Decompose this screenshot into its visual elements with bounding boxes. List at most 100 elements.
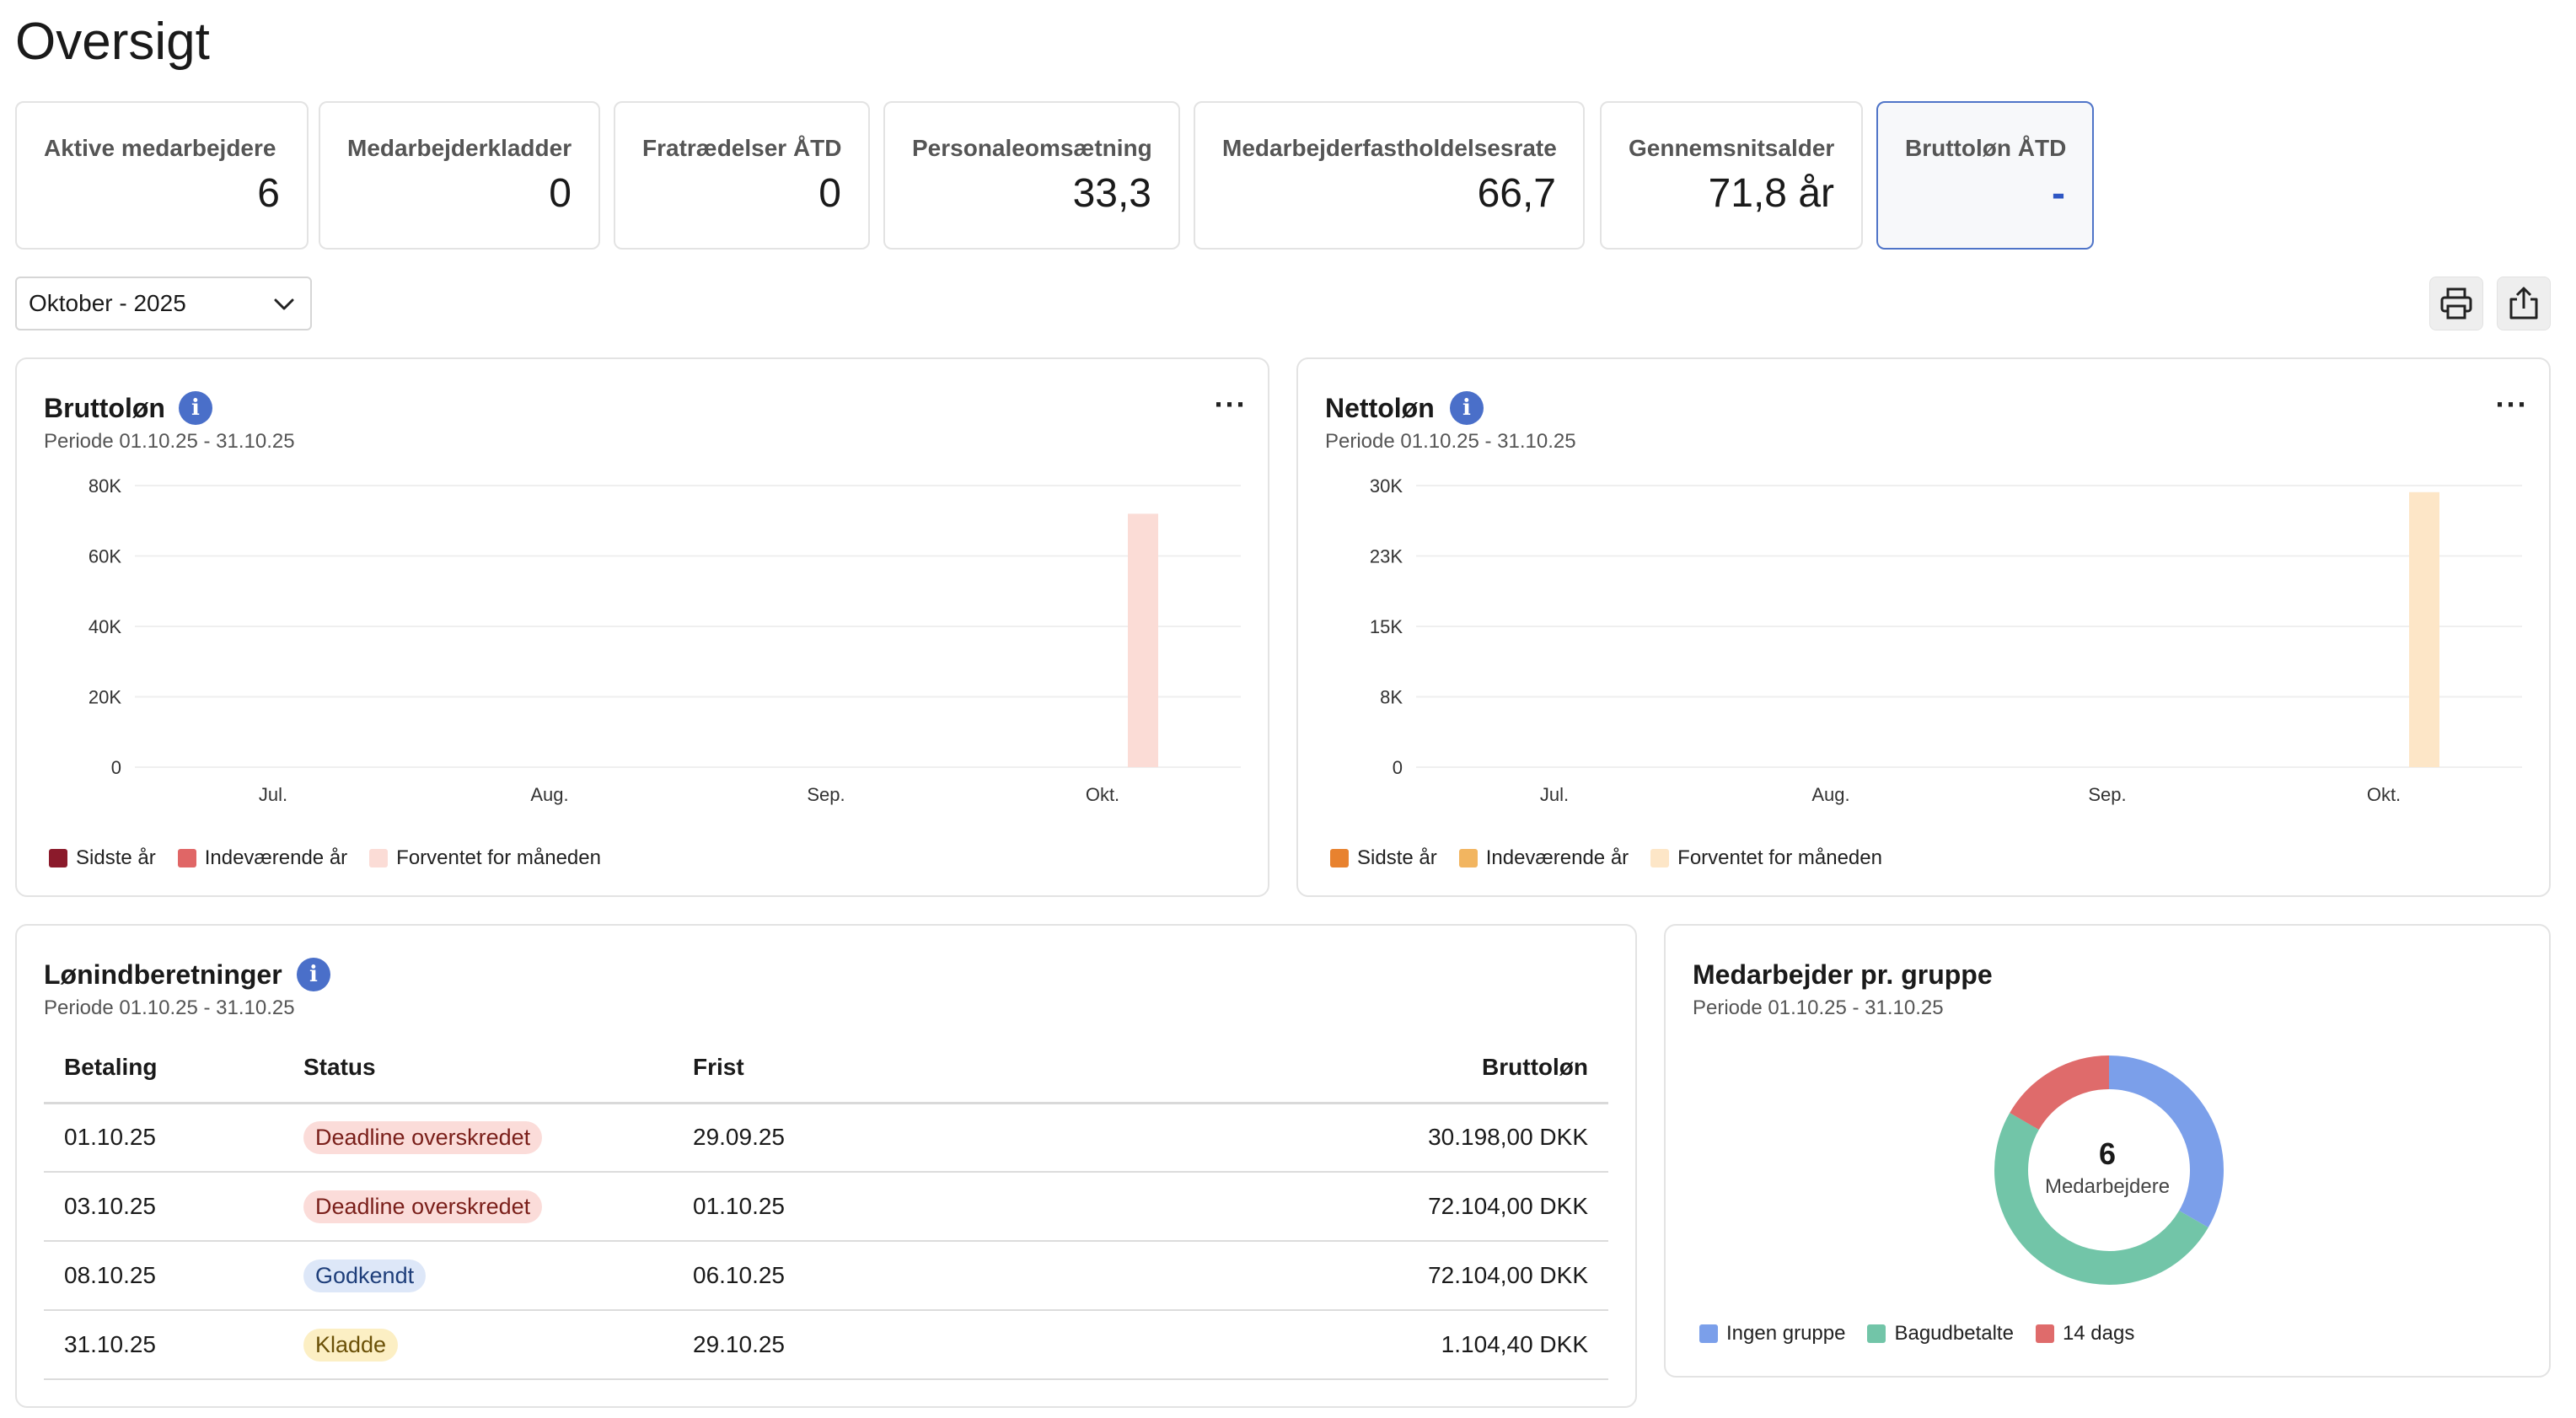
legend-label: Sidste år <box>1357 846 1437 869</box>
kpi-value: 33,3 <box>1072 171 1151 216</box>
info-icon[interactable]: i <box>297 958 330 991</box>
kpi-card-retention-rate[interactable]: Medarbejderfastholdelsesrate 66,7 <box>1194 101 1585 250</box>
gross-amount: 72.104,00 DKK <box>1044 1241 1608 1311</box>
chart-legend: Ingen gruppe Bagudbetalte 14 dags <box>1699 1322 2134 1345</box>
chart-legend: Sidste år Indeværende år Forventet for mån… <box>49 846 601 870</box>
payment-date: 01.10.25 <box>44 1103 283 1173</box>
table-header-row: Betaling Status Frist Bruttoløn <box>44 1034 1608 1104</box>
deadline-date: 29.10.25 <box>673 1310 1045 1380</box>
donut-center-value: 6 <box>2098 1136 2117 1171</box>
legend-swatch <box>1330 849 1349 867</box>
legend-swatch <box>1867 1324 1886 1343</box>
legend-item[interactable]: Forventet for måneden <box>1650 846 1882 870</box>
kpi-value: 71,8 år <box>1708 171 1834 216</box>
payment-date: 08.10.25 <box>44 1241 283 1311</box>
table-row[interactable]: 01.10.25 Deadline overskredet 29.09.25 3… <box>44 1103 1608 1173</box>
legend-label: Forventet for måneden <box>1677 846 1882 869</box>
table-row[interactable]: 31.10.25 Kladde 29.10.25 1.104,40 DKK <box>44 1310 1608 1380</box>
net-pay-chart-card: Nettoløn i ··· Periode 01.10.25 - 31.10.… <box>1296 357 2551 897</box>
payment-date: 03.10.25 <box>44 1172 283 1242</box>
net-pay-bar-chart: 0 8K 15K 23K 30K Jul. Aug. Sep. Okt. <box>1370 475 2522 805</box>
gross-amount: 30.198,00 DKK <box>1044 1103 1608 1173</box>
column-header-deadline[interactable]: Frist <box>673 1034 1045 1104</box>
legend-label: Indeværende år <box>1485 846 1629 869</box>
legend-item[interactable]: Bagudbetalte <box>1867 1322 2014 1345</box>
share-export-icon <box>2509 287 2538 320</box>
period-select[interactable]: Oktober - 2025 <box>15 277 312 330</box>
deadline-date: 01.10.25 <box>673 1172 1045 1242</box>
employees-donut-chart <box>1994 1055 2224 1285</box>
chevron-down-icon <box>274 298 294 310</box>
legend-swatch <box>49 849 67 867</box>
x-tick-label: Jul. <box>259 784 287 805</box>
x-tick-label: Aug. <box>530 784 568 805</box>
y-tick-label: 15K <box>1370 616 1403 637</box>
legend-label: Sidste år <box>76 846 156 869</box>
legend-label: Ingen gruppe <box>1726 1322 1846 1345</box>
chart-legend: Sidste år Indeværende år Forventet for mån… <box>1330 846 1882 870</box>
x-tick-label: Jul. <box>1540 784 1569 805</box>
bar[interactable] <box>2409 491 2439 767</box>
legend-swatch <box>369 849 389 867</box>
y-tick-label: 8K <box>1380 687 1403 708</box>
legend-swatch <box>1699 1324 1718 1343</box>
kpi-label: Aktive medarbejdere <box>44 135 276 161</box>
gross-amount: 1.104,40 DKK <box>1044 1310 1608 1380</box>
kpi-card-terminations-ytd[interactable]: Fratrædelser ÅTD 0 <box>614 101 870 250</box>
y-tick-label: 30K <box>1370 475 1403 497</box>
y-tick-label: 0 <box>111 757 121 778</box>
legend-item[interactable]: Sidste år <box>49 846 156 870</box>
legend-label: Indeværende år <box>204 846 348 869</box>
print-button[interactable] <box>2429 277 2483 330</box>
legend-item[interactable]: Ingen gruppe <box>1699 1322 1845 1345</box>
status-badge: Deadline overskredet <box>303 1120 543 1154</box>
kpi-label: Personaleomsætning <box>912 135 1152 161</box>
x-tick-label: Okt. <box>1086 784 1119 805</box>
status-badge: Godkendt <box>303 1259 427 1292</box>
x-tick-label: Okt. <box>2367 784 2401 805</box>
column-header-gross[interactable]: Bruttoløn <box>1044 1034 1608 1104</box>
gross-pay-bar-chart: 0 20K 40K 60K 80K Jul. Aug. Sep. Okt. <box>89 475 1241 805</box>
x-tick-label: Sep. <box>2088 784 2126 805</box>
legend-item[interactable]: 14 dags <box>2035 1322 2135 1345</box>
table-row[interactable]: 03.10.25 Deadline overskredet 01.10.25 7… <box>44 1172 1608 1242</box>
payroll-table: Betaling Status Frist Bruttoløn 01.10.25… <box>44 1034 1608 1380</box>
kpi-card-turnover[interactable]: Personaleomsætning 33,3 <box>883 101 1180 250</box>
bar[interactable] <box>1128 513 1158 767</box>
legend-item[interactable]: Sidste år <box>1330 846 1437 870</box>
kpi-value: 0 <box>818 171 841 216</box>
kpi-label: Medarbejderkladder <box>347 135 572 161</box>
y-tick-label: 23K <box>1370 546 1403 567</box>
x-tick-label: Sep. <box>807 784 845 805</box>
kpi-value: 6 <box>257 171 280 216</box>
kpi-card-average-age[interactable]: Gennemsnitsalder 71,8 år <box>1600 101 1863 250</box>
donut-slice[interactable] <box>2010 1055 2110 1131</box>
deadline-date: 06.10.25 <box>673 1241 1045 1311</box>
status-badge: Deadline overskredet <box>303 1190 543 1223</box>
legend-swatch <box>1650 849 1670 867</box>
payment-date: 31.10.25 <box>44 1310 283 1380</box>
table-row[interactable]: 08.10.25 Godkendt 06.10.25 72.104,00 DKK <box>44 1241 1608 1311</box>
kpi-card-employee-drafts[interactable]: Medarbejderkladder 0 <box>319 101 600 250</box>
kpi-label: Medarbejderfastholdelsesrate <box>1222 135 1557 161</box>
kpi-card-active-employees[interactable]: Aktive medarbejdere 6 <box>15 101 309 250</box>
legend-label: 14 dags <box>2062 1322 2135 1345</box>
column-header-status[interactable]: Status <box>283 1034 673 1104</box>
column-header-payment[interactable]: Betaling <box>44 1034 283 1104</box>
kpi-card-gross-pay-ytd[interactable]: Bruttoløn ÅTD - <box>1876 101 2094 250</box>
kpi-value: 0 <box>549 171 572 216</box>
legend-swatch <box>1458 849 1478 867</box>
y-tick-label: 60K <box>89 546 121 567</box>
legend-label: Forventet for måneden <box>396 846 601 869</box>
status-badge: Kladde <box>303 1328 399 1362</box>
legend-item[interactable]: Indeværende år <box>1458 846 1629 870</box>
donut-center-label: Medarbejdere <box>2044 1175 2171 1198</box>
kpi-value: 66,7 <box>1477 171 1556 216</box>
y-tick-label: 20K <box>89 687 121 708</box>
export-button[interactable] <box>2497 277 2551 330</box>
kpi-label: Gennemsnitsalder <box>1629 135 1835 161</box>
y-tick-label: 40K <box>89 616 121 637</box>
legend-item[interactable]: Indeværende år <box>177 846 348 870</box>
y-tick-label: 80K <box>89 475 121 497</box>
legend-item[interactable]: Forventet for måneden <box>369 846 601 870</box>
